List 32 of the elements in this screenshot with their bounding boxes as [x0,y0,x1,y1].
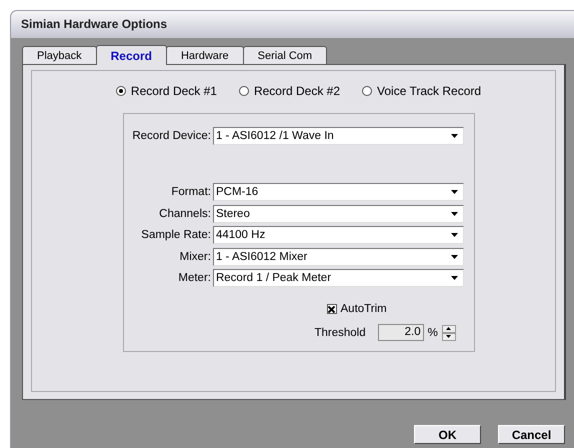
dialog-button[interactable]: Cancel [498,425,565,444]
checkbox[interactable]: AutoTrim [326,303,387,315]
dropdown[interactable]: 44100 Hz [212,226,464,244]
spinner-control[interactable] [442,324,456,340]
dropdown-value: 1 - ASI6012 /1 Wave In [216,130,334,142]
down-arrow-icon[interactable] [446,335,452,338]
dropdown[interactable]: Stereo [212,204,464,223]
field-label: Mixer: [178,250,212,263]
unit-label: % [428,326,438,338]
tab[interactable]: Record [96,45,167,65]
dropdown[interactable]: Record 1 / Peak Meter [212,269,464,288]
window-title: Simian Hardware Options [11,11,574,38]
dropdown[interactable]: PCM-16 [212,183,464,202]
field-label: Record Device: [131,130,212,142]
field-label: Sample Rate: [140,229,212,242]
field-label: Channels: [158,208,212,220]
up-arrow-icon[interactable] [446,327,452,330]
dropdown-value: 44100 Hz [216,229,266,242]
dialog-button[interactable]: OK [414,425,481,444]
tab[interactable]: Serial Com [242,46,328,64]
checkbox-label: AutoTrim [340,303,387,315]
dropdown[interactable]: 1 - ASI6012 /1 Wave In [212,126,464,145]
tab[interactable]: Hardware [166,46,244,64]
field-label: Meter: [177,272,212,284]
dropdown-value: Stereo [216,208,250,220]
dropdown[interactable]: 1 - ASI6012 Mixer [212,248,464,266]
field-label: Format: [170,186,212,198]
tab[interactable]: Playback [22,46,97,64]
dropdown-value: Record 1 / Peak Meter [216,272,332,284]
dropdown-value: PCM-16 [216,186,258,198]
field-label: Threshold [314,326,366,338]
dropdown-value: 1 - ASI6012 Mixer [216,250,308,263]
